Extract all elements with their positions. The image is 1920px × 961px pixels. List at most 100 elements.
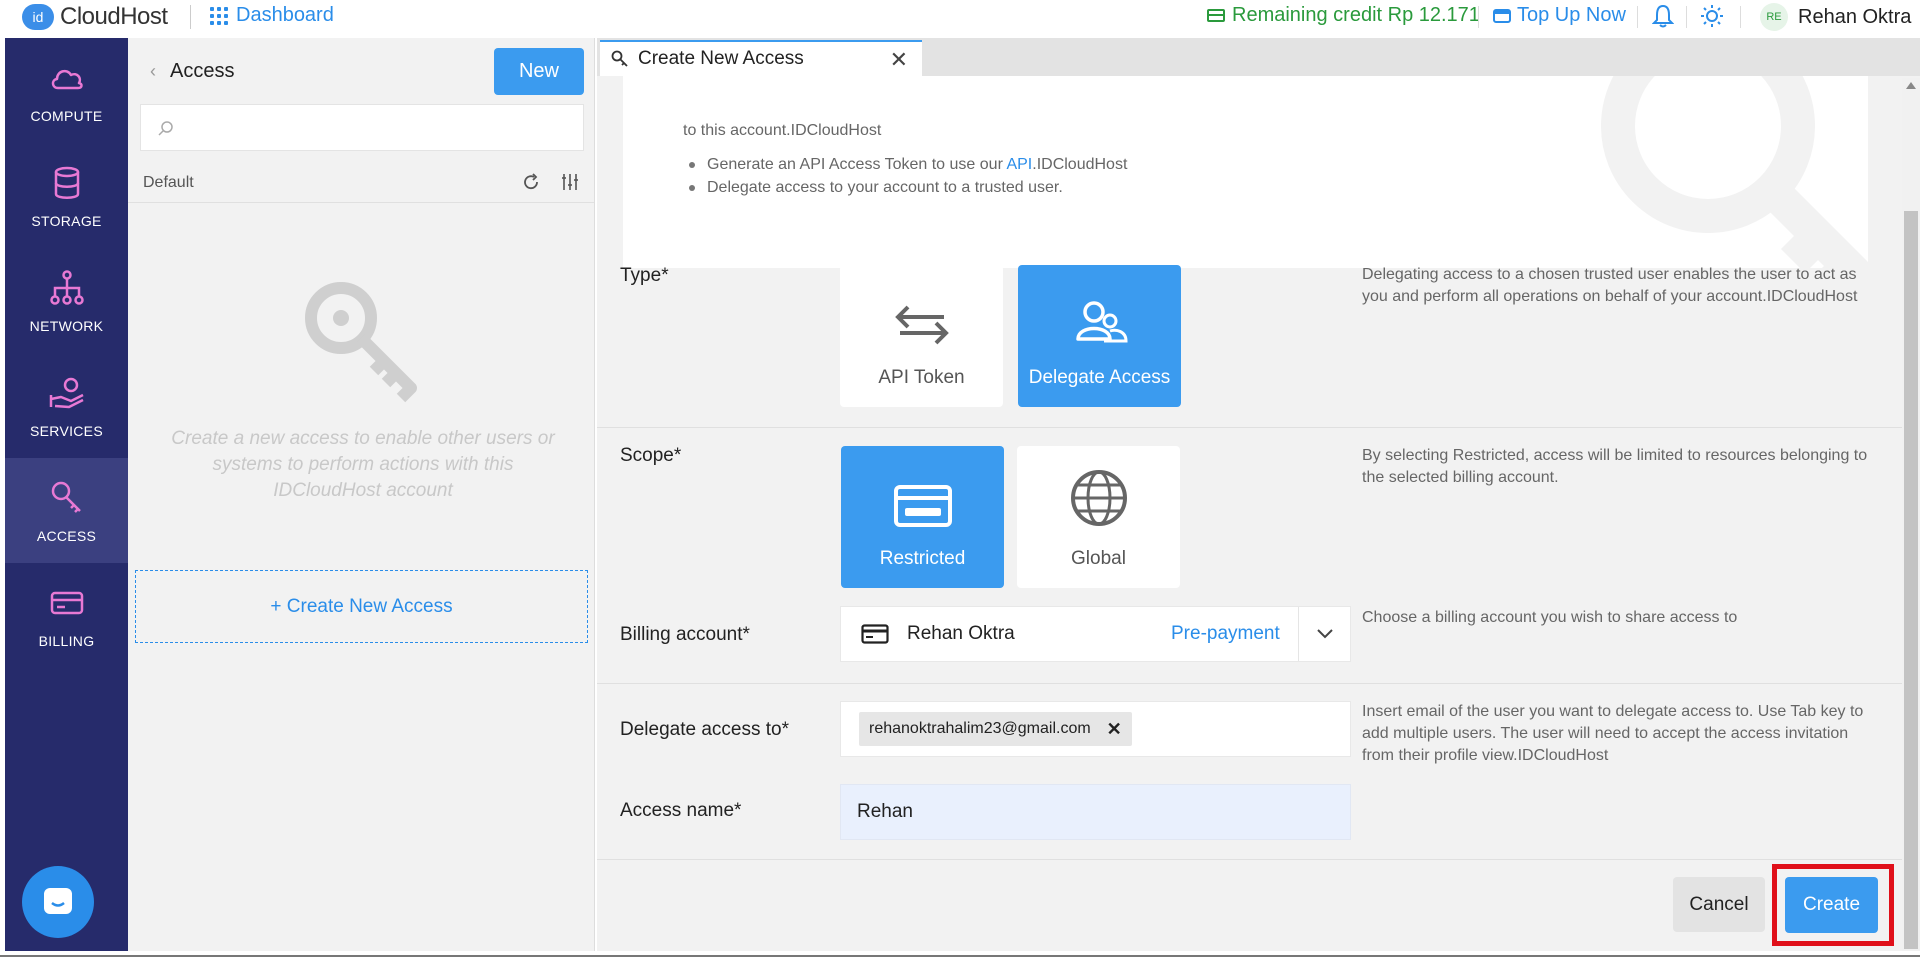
sidebar-item-label: BILLING bbox=[38, 632, 95, 649]
credit-card-icon bbox=[893, 485, 952, 527]
credit-card-icon bbox=[1207, 9, 1225, 22]
chat-button[interactable] bbox=[22, 866, 94, 938]
list-item: Delegate access to your account to a tru… bbox=[683, 176, 1127, 199]
billing-type: Pre-payment bbox=[1171, 623, 1280, 644]
sidebar-item-network[interactable]: NETWORK bbox=[5, 248, 128, 353]
logo-text: CloudHost bbox=[60, 3, 168, 30]
scope-option-global[interactable]: Global bbox=[1017, 446, 1180, 588]
notification-bell-icon[interactable] bbox=[1652, 4, 1674, 28]
sidebar-item-label: COMPUTE bbox=[30, 107, 103, 124]
divider bbox=[1686, 6, 1687, 28]
cancel-button[interactable]: Cancel bbox=[1673, 877, 1765, 932]
billing-account-select[interactable]: Rehan Oktra Pre-payment bbox=[840, 606, 1351, 662]
info-bullets: Generate an API Access Token to use our … bbox=[683, 153, 1127, 199]
option-label: Delegate Access bbox=[1028, 367, 1171, 388]
sidebar-item-label: SERVICES bbox=[30, 422, 103, 439]
divider bbox=[597, 683, 1902, 684]
sidebar-item-services[interactable]: SERVICES bbox=[5, 353, 128, 458]
search-icon bbox=[158, 121, 173, 136]
access-name-field[interactable]: Rehan bbox=[840, 784, 1351, 840]
list-item: Generate an API Access Token to use our … bbox=[683, 153, 1127, 176]
swap-arrows-icon bbox=[894, 305, 949, 345]
panel-title: Access bbox=[170, 60, 235, 82]
billing-account-name: Rehan Oktra bbox=[907, 623, 1015, 644]
option-label: Global bbox=[1071, 548, 1126, 569]
top-up-button[interactable]: Top Up Now bbox=[1493, 4, 1626, 27]
dashboard-link[interactable]: Dashboard bbox=[210, 4, 334, 27]
scope-option-restricted[interactable]: Restricted bbox=[841, 446, 1004, 588]
logo[interactable]: id CloudHost bbox=[22, 2, 168, 32]
create-button[interactable]: Create bbox=[1785, 877, 1878, 933]
access-list-panel: ‹ Access New Default Create a new access… bbox=[128, 38, 595, 951]
avatar: RE bbox=[1760, 3, 1788, 31]
dashboard-label: Dashboard bbox=[236, 4, 334, 26]
type-help-text: Delegating access to a chosen trusted us… bbox=[1362, 266, 1858, 305]
globe-icon bbox=[1070, 470, 1127, 526]
type-option-api-token[interactable]: API Token bbox=[840, 265, 1003, 407]
search-input[interactable] bbox=[140, 104, 584, 151]
scrollbar-thumb[interactable] bbox=[1904, 211, 1918, 949]
main-panel: Create New Access ✕ to this account.IDCl… bbox=[597, 38, 1920, 951]
sidebar-item-storage[interactable]: STORAGE bbox=[5, 143, 128, 248]
divider bbox=[128, 202, 594, 203]
sidebar-item-label: STORAGE bbox=[31, 212, 102, 229]
create-new-access-link[interactable]: + Create New Access bbox=[135, 570, 588, 643]
user-name: Rehan Oktra bbox=[1798, 5, 1912, 28]
billing-account-label: Billing account* bbox=[620, 624, 750, 645]
sidebar-item-access[interactable]: ACCESS bbox=[5, 458, 128, 563]
remaining-credit[interactable]: Remaining credit Rp 12.171 bbox=[1207, 4, 1480, 27]
close-icon[interactable]: ✕ bbox=[890, 47, 908, 73]
chat-icon bbox=[44, 888, 72, 914]
theme-toggle-icon[interactable] bbox=[1700, 4, 1724, 28]
sidebar-item-compute[interactable]: COMPUTE bbox=[5, 38, 128, 143]
filter-sliders-icon[interactable] bbox=[560, 172, 580, 192]
scroll-up-arrow[interactable] bbox=[1906, 82, 1916, 89]
sidebar-item-label: NETWORK bbox=[29, 317, 104, 334]
option-label: Restricted bbox=[879, 548, 966, 569]
credit-card-icon bbox=[861, 624, 889, 644]
key-icon bbox=[611, 50, 628, 67]
divider bbox=[597, 859, 1902, 860]
info-text: to this account.IDCloudHost bbox=[683, 122, 882, 139]
type-label: Type* bbox=[620, 265, 669, 286]
key-icon bbox=[51, 481, 81, 513]
grid-icon bbox=[210, 6, 228, 25]
card-icon bbox=[50, 591, 83, 614]
option-label: API Token bbox=[878, 367, 965, 388]
tab-bar: Create New Access ✕ bbox=[597, 38, 1920, 76]
scope-label: Scope* bbox=[620, 445, 682, 466]
remove-chip-icon[interactable]: ✕ bbox=[1107, 719, 1122, 740]
email-chip: rehanoktrahalim23@gmail.com ✕ bbox=[859, 712, 1132, 746]
database-icon bbox=[54, 166, 79, 199]
sidebar: COMPUTE STORAGE NETWORK SERVICES ACCESS … bbox=[5, 38, 128, 951]
top-bar: id CloudHost Dashboard Remaining credit … bbox=[0, 0, 1920, 38]
network-icon bbox=[49, 269, 84, 305]
divider bbox=[1637, 6, 1638, 28]
user-menu[interactable]: RE Rehan Oktra bbox=[1760, 3, 1911, 31]
api-link[interactable]: API bbox=[1006, 156, 1032, 173]
new-access-button[interactable]: New bbox=[494, 48, 584, 95]
topup-label: Top Up Now bbox=[1517, 4, 1626, 26]
sidebar-item-label: ACCESS bbox=[36, 527, 97, 544]
sidebar-item-billing[interactable]: BILLING bbox=[5, 563, 128, 668]
tab-title: Create New Access bbox=[638, 48, 804, 69]
decorative-key-icon bbox=[1601, 76, 1868, 268]
empty-key-icon bbox=[305, 282, 417, 403]
back-chevron-icon[interactable]: ‹ bbox=[150, 61, 156, 82]
tab-create-new-access[interactable]: Create New Access ✕ bbox=[600, 40, 922, 76]
billing-help-text: Choose a billing account you wish to sha… bbox=[1362, 609, 1738, 626]
logo-badge: id bbox=[22, 4, 54, 30]
delegate-email-field[interactable]: rehanoktrahalim23@gmail.com ✕ bbox=[840, 701, 1351, 757]
divider bbox=[597, 427, 1902, 428]
scope-help-text: By selecting Restricted, access will be … bbox=[1362, 447, 1868, 486]
divider bbox=[1478, 6, 1479, 28]
services-icon bbox=[49, 377, 84, 408]
credit-label: Remaining credit Rp 12.171 bbox=[1232, 4, 1480, 26]
type-option-delegate-access[interactable]: Delegate Access bbox=[1018, 265, 1181, 407]
chip-label: rehanoktrahalim23@gmail.com bbox=[869, 720, 1091, 737]
refresh-icon[interactable] bbox=[521, 172, 541, 192]
divider bbox=[0, 955, 1920, 957]
cloud-icon bbox=[51, 69, 83, 89]
chevron-down-icon[interactable] bbox=[1298, 607, 1350, 661]
access-name-label: Access name* bbox=[620, 800, 742, 821]
